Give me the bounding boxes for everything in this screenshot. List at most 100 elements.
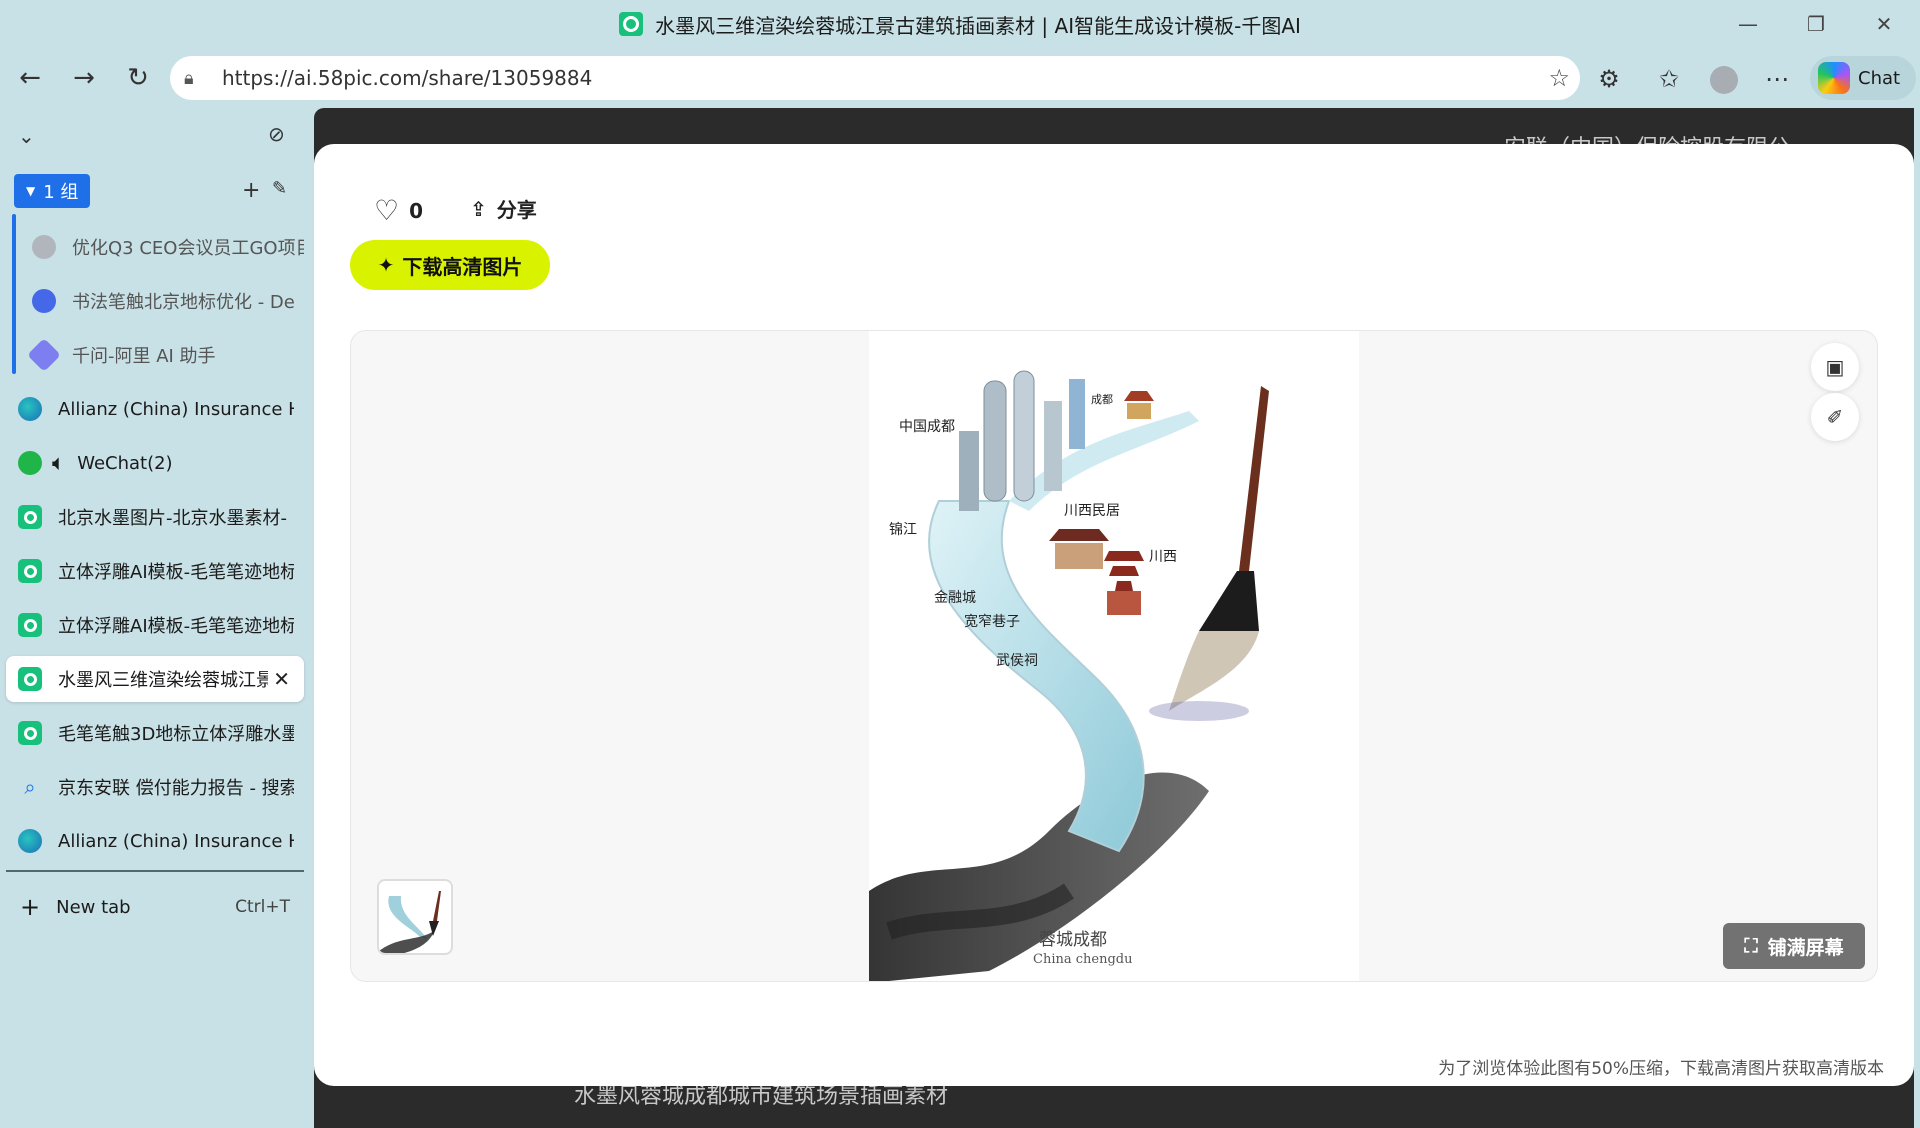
close-window-button[interactable]: ✕: [1850, 0, 1918, 48]
address-bar[interactable]: 🔒︎ https://ai.58pic.com/share/13059884 ☆: [170, 56, 1580, 100]
new-tab-button[interactable]: + New tab Ctrl+T: [6, 884, 304, 930]
ai-edit-button[interactable]: ✐: [1811, 393, 1859, 441]
search-icon: ⌕: [24, 775, 36, 799]
copilot-chat-button[interactable]: Chat: [1810, 56, 1916, 100]
thumbnail-image[interactable]: [377, 879, 453, 955]
fullscreen-icon: ⛶: [1744, 935, 1758, 957]
download-hd-button[interactable]: ✦ 下载高清图片: [350, 240, 550, 290]
unpin-sidebar-icon[interactable]: ⊘: [268, 122, 285, 146]
thumbnail-illustration: [379, 891, 441, 953]
tab-label: 优化Q3 CEO会议员工GO项目: [72, 238, 304, 259]
tab-label: 京东安联 偿付能力报告 - 搜索: [58, 778, 294, 799]
navigation-bar: ← → ↻ 🔒︎ https://ai.58pic.com/share/1305…: [0, 52, 1920, 104]
tab-label: Allianz (China) Insurance Hold: [58, 830, 294, 852]
sidebar-tab-grouped[interactable]: 优化Q3 CEO会议员工GO项目: [6, 224, 304, 270]
brush-bristle-shape: [1169, 631, 1259, 711]
artwork-label: 中国成都: [899, 419, 955, 435]
tab-label: 立体浮雕AI模板-毛笔笔迹地标: [58, 616, 294, 637]
sparkle-icon: ✦: [377, 253, 395, 277]
artwork-label: 成都: [1091, 393, 1113, 406]
artwork-label: 武侯祠: [996, 653, 1038, 669]
artwork-label: 川西民居: [1064, 503, 1120, 519]
allianz-icon: [18, 829, 42, 853]
plus-icon: +: [20, 893, 41, 921]
minimize-button[interactable]: —: [1714, 0, 1782, 48]
pavilion-shape: [1049, 529, 1109, 541]
tab-label: Allianz (China) Insurance Hold: [58, 398, 294, 420]
tab-group-label: 1 组: [43, 182, 79, 203]
qiantu-icon: [18, 559, 42, 583]
new-tab-label: New tab: [56, 896, 131, 918]
sidebar-tab-grouped[interactable]: 千问-阿里 AI 助手: [6, 332, 304, 378]
edit-group-icon[interactable]: ✎: [272, 178, 287, 199]
tab-label: 水墨风三维渲染绘蓉城江景: [58, 670, 268, 691]
back-button[interactable]: ←: [9, 57, 51, 99]
favorites-icon[interactable]: ✩: [1648, 58, 1690, 100]
sidebar-header: ⌄ ⊘: [0, 112, 314, 160]
fill-screen-button[interactable]: ⛶ 铺满屏幕: [1723, 923, 1865, 969]
like-button[interactable]: ♡ 0: [374, 194, 423, 227]
wechat-icon: [18, 451, 42, 475]
like-count: 0: [409, 198, 424, 223]
sidebar-tab[interactable]: 毛笔笔触3D地标立体浮雕水墨: [6, 710, 304, 756]
allianz-icon: [18, 397, 42, 421]
more-menu-icon[interactable]: ⋯: [1756, 58, 1798, 100]
pagoda-shape: [1124, 391, 1154, 401]
pavilion-shape: [1055, 543, 1103, 569]
skyscraper-shape: [983, 380, 1007, 502]
qiantu-icon: [18, 667, 42, 691]
pagoda-shape: [1107, 591, 1141, 615]
tab-group-chip[interactable]: ▼ 1 组: [14, 174, 91, 208]
sidebar-tab[interactable]: Allianz (China) Insurance Hold: [6, 818, 304, 864]
url-text[interactable]: https://ai.58pic.com/share/13059884: [222, 66, 592, 90]
sidebar-divider: [6, 870, 304, 872]
compression-note: 为了浏览体验此图有50%压缩，下载高清图片获取高清版本: [1438, 1059, 1884, 1079]
brush-handle-shape: [1239, 386, 1269, 571]
magic-pen-icon: ✐: [1826, 405, 1844, 429]
artwork-title-cn: 蓉城成都: [1039, 930, 1107, 950]
tab-label: WeChat(2): [77, 452, 173, 474]
image-search-button[interactable]: ▣: [1811, 343, 1859, 391]
back-arrow-icon: ←: [19, 63, 41, 93]
copilot-icon: [1818, 62, 1850, 94]
extensions-icon[interactable]: ⚙: [1588, 58, 1630, 100]
restore-button[interactable]: ❐: [1782, 0, 1850, 48]
sidebar-tab[interactable]: 北京水墨图片-北京水墨素材-: [6, 494, 304, 540]
sidebar-tab[interactable]: 🔈︎ WeChat(2): [6, 440, 304, 486]
qiantu-favicon-icon: [619, 12, 644, 36]
group-caret-icon: ▼: [26, 184, 36, 198]
lock-icon: 🔒︎: [184, 67, 194, 89]
sidebar-tab-grouped[interactable]: 书法笔触北京地标优化 - De: [6, 278, 304, 324]
artwork-label: 宽窄巷子: [964, 613, 1020, 630]
close-tab-icon[interactable]: ✕: [273, 667, 290, 691]
speaker-audio-icon[interactable]: 🔈︎: [52, 451, 65, 476]
artwork-label: 川西: [1149, 549, 1177, 565]
skyscraper-shape: [959, 431, 979, 511]
share-icon: ⇪: [470, 196, 487, 221]
heart-icon: ♡: [374, 194, 400, 227]
add-to-group-icon[interactable]: +: [242, 178, 260, 203]
skyscraper-shape: [1044, 401, 1062, 491]
sidebar-tab-active[interactable]: 水墨风三维渲染绘蓉城江景 ✕: [6, 656, 304, 702]
user-avatar-icon: [32, 235, 56, 259]
favorite-star-icon[interactable]: ☆: [1548, 64, 1570, 92]
tab-label: 北京水墨图片-北京水墨素材-: [58, 508, 287, 529]
sidebar-tab[interactable]: 立体浮雕AI模板-毛笔笔迹地标: [6, 602, 304, 648]
vertical-tab-sidebar: ⌄ ⊘ ▼ 1 组 + ✎ 优化Q3 CEO会议员工GO项目 书法笔触北京地标优…: [0, 112, 314, 1128]
sidebar-tab[interactable]: ⌕ 京东安联 偿付能力报告 - 搜索: [6, 764, 304, 810]
profile-avatar[interactable]: [1710, 66, 1738, 94]
sidebar-tab[interactable]: 立体浮雕AI模板-毛笔笔迹地标: [6, 548, 304, 594]
brush-shadow-shape: [1149, 701, 1249, 721]
share-button[interactable]: ⇪ 分享: [470, 194, 537, 223]
image-stage: 中国成都 成都 川西民居 锦江 川西 金融城 宽窄巷子 武侯祠 蓉城成都 Chi…: [350, 330, 1878, 982]
river-top-shape: [1009, 411, 1199, 511]
refresh-icon: ↻: [127, 63, 149, 93]
collapse-chevron-icon[interactable]: ⌄: [18, 124, 35, 148]
sidebar-tab[interactable]: Allianz (China) Insurance Hold: [6, 386, 304, 432]
preview-artwork: 中国成都 成都 川西民居 锦江 川西 金融城 宽窄巷子 武侯祠 蓉城成都 Chi…: [869, 331, 1359, 981]
forward-button[interactable]: →: [63, 57, 105, 99]
pagoda-shape: [1127, 403, 1151, 419]
ink-splash-shape: [869, 772, 1209, 981]
refresh-button[interactable]: ↻: [117, 57, 159, 99]
window-title: 水墨风三维渲染绘蓉城江景古建筑插画素材 | AI智能生成设计模板-千图AI: [619, 10, 1301, 39]
